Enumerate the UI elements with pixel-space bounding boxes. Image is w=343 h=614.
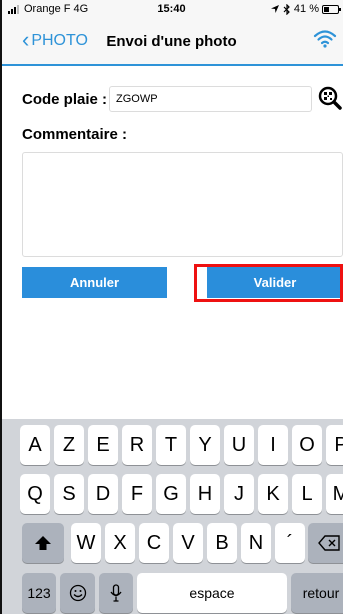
key-o[interactable]: O: [292, 425, 322, 465]
app-screen: Orange F 4G 15:40 41 % ‹ PHOTO Envoi d'u…: [0, 0, 343, 614]
key-z[interactable]: Z: [54, 425, 84, 465]
shift-key[interactable]: [22, 523, 64, 563]
key-g[interactable]: G: [156, 474, 186, 514]
cancel-button[interactable]: Annuler: [22, 267, 167, 298]
plate-code-input[interactable]: ZGOWP: [109, 86, 312, 112]
key-f[interactable]: F: [122, 474, 152, 514]
wifi-icon[interactable]: [313, 29, 337, 49]
key-a[interactable]: A: [20, 425, 50, 465]
key-u[interactable]: U: [224, 425, 254, 465]
key-b[interactable]: B: [207, 523, 237, 563]
backspace-key[interactable]: [308, 523, 343, 563]
key-accent[interactable]: ´: [275, 523, 305, 563]
key-r[interactable]: R: [122, 425, 152, 465]
navigation-bar: ‹ PHOTO Envoi d'une photo: [0, 20, 343, 66]
shift-icon: [35, 536, 51, 550]
numbers-key[interactable]: 123: [22, 573, 56, 613]
keyboard: 123 espace retour AZERTYUIOP QSDFGHJKLM WX…: [0, 419, 343, 614]
space-key[interactable]: espace: [137, 573, 287, 613]
location-icon: [270, 5, 279, 13]
key-p[interactable]: P: [326, 425, 343, 465]
microphone-icon: [110, 584, 122, 602]
key-i[interactable]: I: [258, 425, 288, 465]
key-l[interactable]: L: [292, 474, 322, 514]
key-t[interactable]: T: [156, 425, 186, 465]
key-e[interactable]: E: [88, 425, 118, 465]
battery-percent: 41 %: [293, 3, 319, 15]
battery-icon: [322, 4, 341, 14]
dictation-key[interactable]: [99, 573, 133, 613]
validate-highlight-box: [194, 264, 343, 302]
key-h[interactable]: H: [190, 474, 220, 514]
key-m[interactable]: M: [326, 474, 343, 514]
emoji-icon: [69, 584, 86, 602]
key-k[interactable]: K: [258, 474, 288, 514]
key-c[interactable]: C: [139, 523, 169, 563]
emoji-key[interactable]: [60, 573, 95, 613]
key-d[interactable]: D: [88, 474, 118, 514]
status-bar: Orange F 4G 15:40 41 %: [0, 0, 343, 20]
key-y[interactable]: Y: [190, 425, 220, 465]
key-n[interactable]: N: [241, 523, 271, 563]
key-q[interactable]: Q: [20, 474, 50, 514]
comment-textarea[interactable]: [22, 152, 343, 257]
plate-code-label: Code plaie :: [22, 91, 108, 108]
key-s[interactable]: S: [54, 474, 84, 514]
comment-label: Commentaire :: [22, 126, 128, 143]
page-title: Envoi d'une photo: [106, 33, 237, 50]
backspace-icon: [318, 535, 340, 551]
key-x[interactable]: X: [105, 523, 135, 563]
status-right: 41 %: [270, 3, 341, 15]
return-key[interactable]: retour: [291, 573, 343, 613]
qr-search-icon[interactable]: [318, 86, 342, 110]
key-w[interactable]: W: [71, 523, 101, 563]
key-j[interactable]: J: [224, 474, 254, 514]
bluetooth-icon: [283, 3, 290, 15]
key-v[interactable]: V: [173, 523, 203, 563]
